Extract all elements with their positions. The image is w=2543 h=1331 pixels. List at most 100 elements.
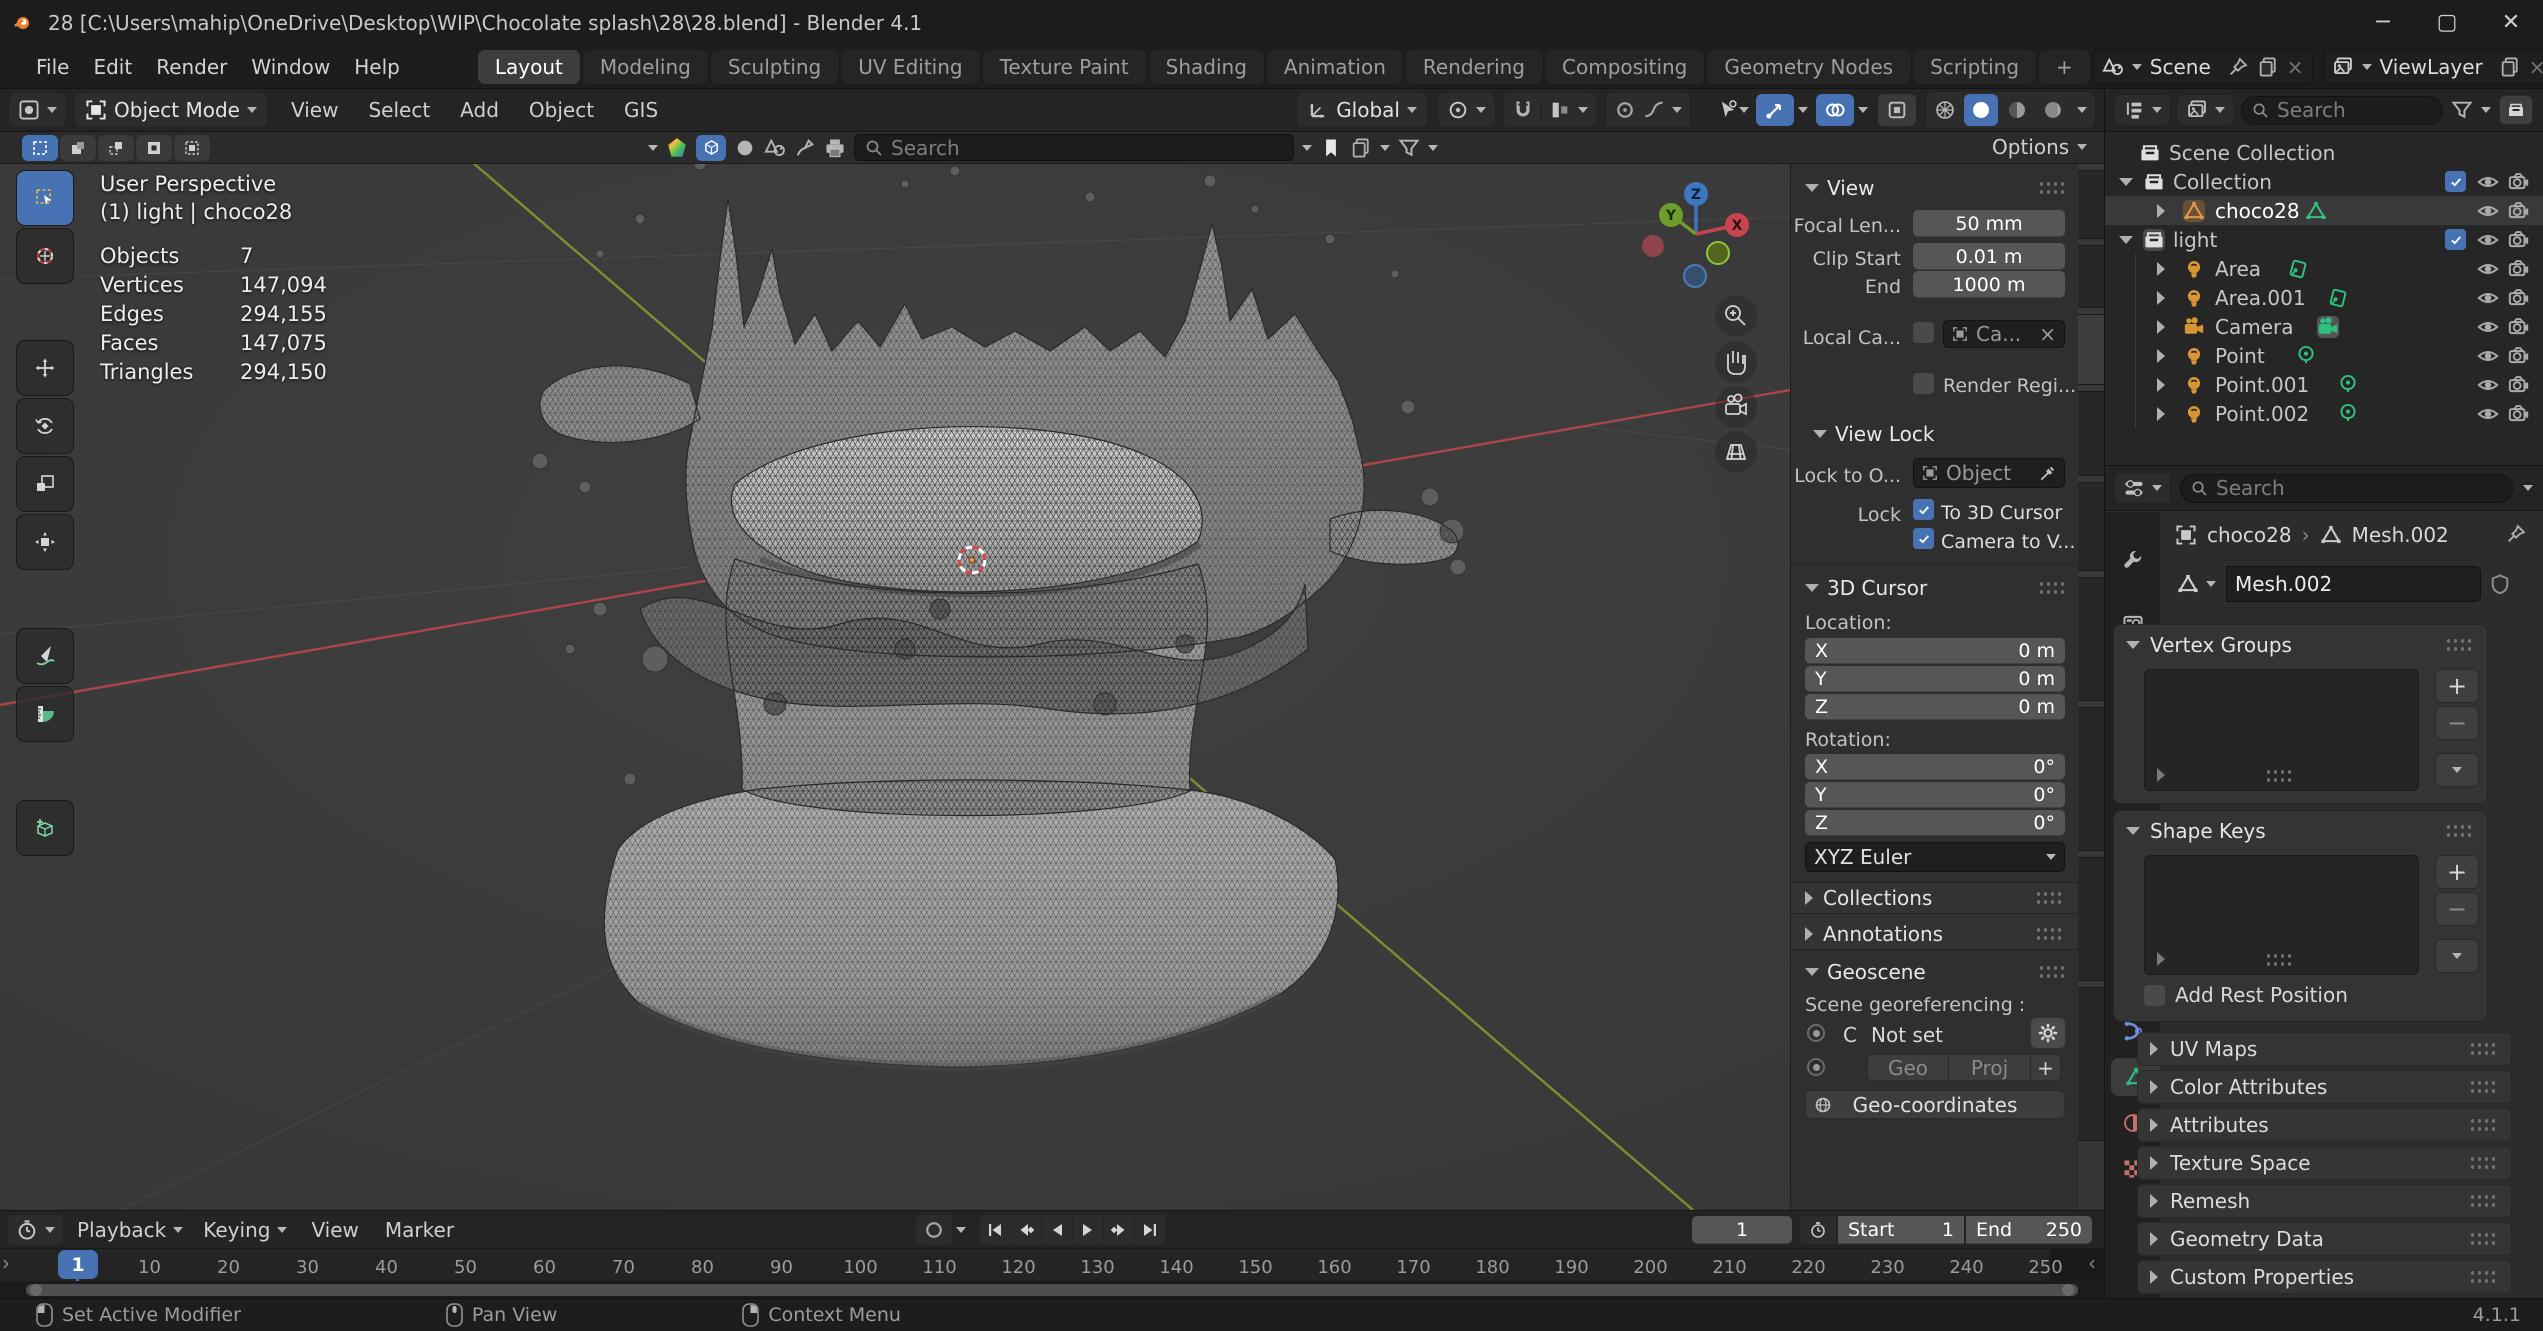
camera-to-view-checkbox[interactable]: [1913, 528, 1934, 549]
viewport-menu-item[interactable]: Select: [366, 94, 432, 126]
drag-grip-icon[interactable]: [2038, 964, 2068, 980]
workspace-tab[interactable]: Compositing: [1545, 50, 1704, 84]
tool-annotate[interactable]: [16, 628, 74, 684]
vg-remove-button[interactable]: −: [2435, 706, 2479, 740]
sk-add-button[interactable]: +: [2435, 855, 2479, 889]
crs-radio[interactable]: [1807, 1024, 1825, 1042]
outliner-row-collection[interactable]: Collection: [2105, 167, 2543, 196]
disclosure-icon[interactable]: [2157, 349, 2165, 363]
annotations-section[interactable]: Annotations: [1791, 918, 2079, 950]
asset-pages-icon[interactable]: [1350, 137, 1372, 159]
workspace-tab[interactable]: Shading: [1149, 50, 1264, 84]
timeline-menu-item[interactable]: View: [309, 1214, 360, 1246]
mesh-name-field[interactable]: Mesh.002: [2226, 566, 2481, 602]
vg-add-button[interactable]: +: [2435, 669, 2479, 703]
clip-end-field[interactable]: 1000 m: [1913, 271, 2065, 298]
chevron-down-icon[interactable]: [1380, 145, 1390, 151]
geo-button[interactable]: Geo: [1867, 1054, 1949, 1081]
playhead[interactable]: 1: [58, 1250, 98, 1279]
tool-measure[interactable]: [16, 686, 74, 742]
bk-scenes-tab[interactable]: [764, 137, 786, 159]
tool-cursor[interactable]: [16, 228, 74, 284]
cursor-rot-x[interactable]: X0°: [1805, 754, 2065, 780]
hide-eye-icon[interactable]: [2477, 229, 2499, 251]
add-crs-button[interactable]: +: [2031, 1054, 2061, 1081]
bk-materials-tab[interactable]: [734, 137, 756, 159]
cursor-rot-y[interactable]: Y0°: [1805, 782, 2065, 808]
hide-eye-icon[interactable]: [2477, 171, 2499, 193]
pin-icon[interactable]: [2505, 523, 2527, 545]
vg-specials-button[interactable]: [2435, 753, 2479, 787]
tool-add-cube[interactable]: [16, 800, 74, 856]
unlink-scene-button[interactable]: ×: [2287, 55, 2304, 79]
jump-to-end-button[interactable]: [1135, 1215, 1166, 1245]
list-expand-icon[interactable]: [2157, 952, 2165, 966]
timeline-menu-item[interactable]: Marker: [383, 1214, 456, 1246]
shading-rendered-button[interactable]: [2036, 94, 2070, 126]
workspace-tab[interactable]: Layout: [478, 50, 580, 84]
blenderkit-search-input[interactable]: Search: [854, 134, 1294, 161]
cursor-rot-z[interactable]: Z0°: [1805, 810, 2065, 836]
bk-printable-tab[interactable]: [824, 137, 846, 159]
properties-search-input[interactable]: Search: [2180, 474, 2513, 503]
render-visibility-icon[interactable]: [2508, 171, 2530, 193]
viewlayer-selector[interactable]: ViewLayer ×: [2323, 49, 2543, 85]
current-frame-field[interactable]: 1: [1692, 1216, 1792, 1244]
select-mode-extend[interactable]: [60, 135, 96, 161]
scrollbar-right-handle[interactable]: [2062, 1284, 2074, 1296]
outliner-row-camera[interactable]: Camera: [2105, 312, 2543, 341]
menu-item[interactable]: File: [24, 49, 81, 85]
hide-eye-icon[interactable]: [2477, 287, 2499, 309]
clip-start-field[interactable]: 0.01 m: [1913, 243, 2065, 270]
cursor-section-header[interactable]: 3D Cursor: [1805, 576, 1927, 600]
frame-start-field[interactable]: Start1: [1838, 1216, 1964, 1244]
workspace-tab[interactable]: Texture Paint: [983, 50, 1146, 84]
remove-viewlayer-button[interactable]: ×: [2529, 55, 2543, 79]
new-viewlayer-icon[interactable]: [2499, 56, 2521, 78]
tool-rotate[interactable]: [16, 398, 74, 454]
outliner-row-point[interactable]: Point: [2105, 341, 2543, 370]
options-dropdown[interactable]: Options: [1992, 135, 2087, 159]
collection-checkbox[interactable]: [2445, 171, 2466, 192]
disclosure-icon[interactable]: [2119, 236, 2133, 244]
outliner-display-mode-button[interactable]: [2115, 95, 2170, 125]
disclosure-icon[interactable]: [2157, 204, 2165, 218]
chevron-down-icon[interactable]: [648, 145, 658, 151]
collections-section[interactable]: Collections: [1791, 882, 2079, 914]
render-visibility-icon[interactable]: [2508, 345, 2530, 367]
outliner-row-area[interactable]: Area: [2105, 254, 2543, 283]
menu-item[interactable]: Window: [239, 49, 342, 85]
outliner-row-light-collection[interactable]: light: [2105, 225, 2543, 254]
bk-brushes-tab[interactable]: [794, 137, 816, 159]
tool-select-box[interactable]: [16, 170, 74, 226]
timeline-editor-type-button[interactable]: [8, 1215, 63, 1245]
tab-tool[interactable]: [2105, 540, 2160, 578]
viewport-menu-item[interactable]: View: [289, 94, 340, 126]
render-visibility-icon[interactable]: [2508, 287, 2530, 309]
property-section[interactable]: Attributes: [2137, 1108, 2512, 1142]
geoscene-section-header[interactable]: Geoscene: [1805, 960, 1926, 984]
shape-keys-header[interactable]: Shape Keys: [2114, 811, 2487, 851]
hide-eye-icon[interactable]: [2477, 316, 2499, 338]
new-collection-button[interactable]: [2499, 95, 2533, 125]
list-expand-icon[interactable]: [2157, 768, 2165, 782]
render-visibility-icon[interactable]: [2508, 229, 2530, 251]
mesh-type-dropdown[interactable]: [2167, 566, 2226, 602]
disclosure-icon[interactable]: [2157, 407, 2165, 421]
filter-icon[interactable]: [1398, 137, 1420, 159]
timeline-expand-arrow[interactable]: ›: [2, 1251, 10, 1275]
lock-object-field[interactable]: Object: [1913, 458, 2065, 488]
lock-to-cursor-checkbox[interactable]: [1913, 499, 1934, 520]
select-mode-set[interactable]: [22, 135, 58, 161]
gizmos-toggle[interactable]: [1756, 94, 1794, 126]
collection-checkbox[interactable]: [2445, 229, 2466, 250]
render-visibility-icon[interactable]: [2508, 316, 2530, 338]
hide-eye-icon[interactable]: [2477, 258, 2499, 280]
local-camera-field[interactable]: Ca... ×: [1943, 320, 2065, 348]
crs-settings-button[interactable]: [2031, 1018, 2065, 1048]
add-rest-position-checkbox[interactable]: [2144, 985, 2165, 1006]
property-section[interactable]: Geometry Data: [2137, 1222, 2512, 1256]
render-visibility-icon[interactable]: [2508, 403, 2530, 425]
workspace-tab[interactable]: Animation: [1267, 50, 1403, 84]
workspace-tab[interactable]: UV Editing: [841, 50, 979, 84]
